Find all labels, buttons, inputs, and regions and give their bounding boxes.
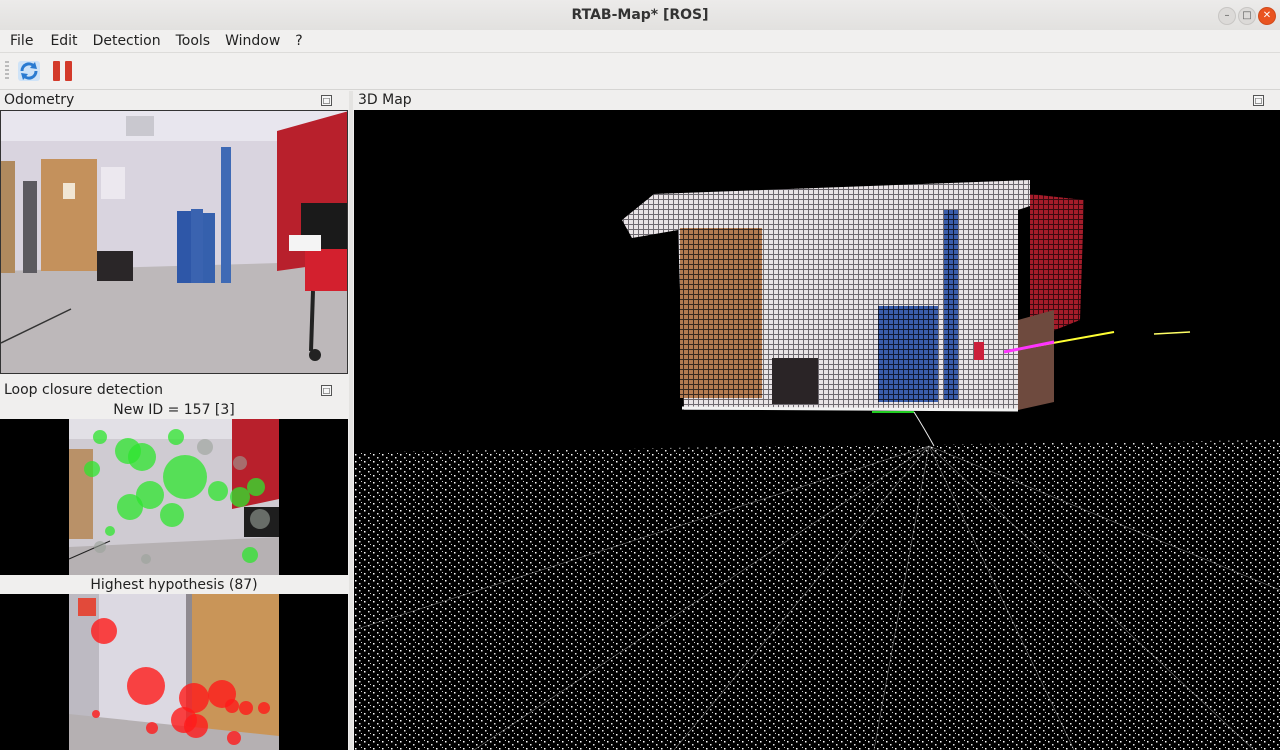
- new-id-image: [68, 419, 279, 575]
- hypothesis-image-view[interactable]: [0, 594, 348, 750]
- float-icon[interactable]: □: [1253, 95, 1264, 106]
- maximize-icon[interactable]: □: [1238, 7, 1256, 25]
- refresh-icon[interactable]: [16, 58, 42, 84]
- odometry-camera-image: [1, 111, 347, 373]
- loop-dock-buttons: □✕: [321, 385, 345, 412]
- new-id-caption: New ID = 157 [3]: [0, 401, 348, 419]
- close-icon[interactable]: ✕: [1258, 7, 1276, 25]
- pause-icon[interactable]: [50, 58, 76, 84]
- float-icon[interactable]: □: [321, 95, 332, 106]
- odometry-title: Odometry: [4, 92, 75, 108]
- menu-bar: File Edit Detection Tools Window?: [0, 30, 1280, 53]
- menu-edit[interactable]: Edit: [45, 30, 83, 52]
- toolbar-grip[interactable]: [5, 61, 9, 81]
- menu-detection[interactable]: Detection: [88, 30, 167, 52]
- menu-file[interactable]: File: [5, 30, 39, 52]
- map3d-dock-buttons: □✕: [1253, 95, 1277, 122]
- map3d-view[interactable]: [354, 110, 1280, 750]
- menu-tools[interactable]: Tools: [171, 30, 217, 52]
- window-titlebar: RTAB-Map* [ROS] – □ ✕: [0, 0, 1280, 31]
- hypothesis-caption: Highest hypothesis (87): [0, 576, 348, 594]
- float-icon[interactable]: □: [321, 385, 332, 396]
- point-cloud: [354, 180, 1280, 750]
- menu-window[interactable]: Window: [220, 30, 286, 52]
- menu-help[interactable]: ?: [290, 30, 308, 52]
- new-id-image-view[interactable]: [0, 419, 348, 575]
- odometry-dock-buttons: □✕: [321, 95, 345, 122]
- minimize-icon[interactable]: –: [1218, 7, 1236, 25]
- toolbar: [0, 53, 1280, 90]
- dock-splitter[interactable]: [349, 91, 353, 750]
- window-title: RTAB-Map* [ROS]: [571, 7, 709, 23]
- loop-title: Loop closure detection: [4, 382, 163, 398]
- map3d-dock-title: 3D Map: [354, 91, 1280, 110]
- hypothesis-image: [69, 594, 279, 750]
- odometry-dock-title: Odometry: [0, 91, 354, 110]
- odometry-view[interactable]: [0, 110, 348, 374]
- loop-dock-title: Loop closure detection: [0, 381, 354, 400]
- map3d-title: 3D Map: [358, 92, 412, 108]
